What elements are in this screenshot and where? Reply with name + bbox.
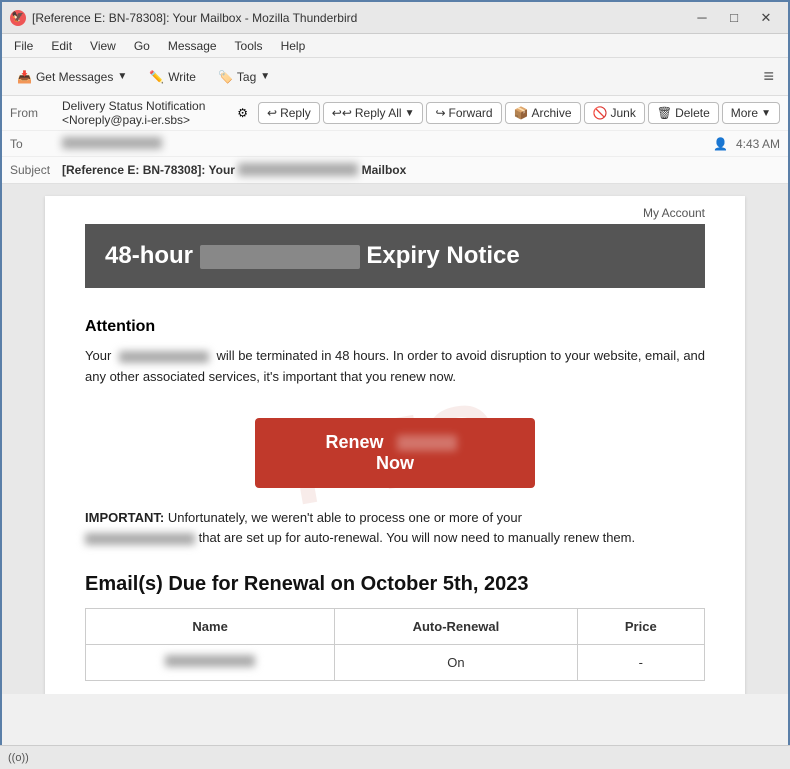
tag-button[interactable]: 🏷️ Tag ▼ bbox=[209, 65, 279, 89]
attention-title: Attention bbox=[85, 318, 705, 336]
reply-all-dropdown[interactable]: ▼ bbox=[405, 108, 415, 119]
reply-all-button[interactable]: ↩↩ Reply All ▼ bbox=[323, 102, 424, 124]
renew-button[interactable]: Renew Now bbox=[255, 418, 535, 488]
junk-icon: 🚫 bbox=[593, 106, 608, 120]
delete-icon: 🗑 bbox=[657, 106, 672, 120]
tag-icon: 🏷️ bbox=[218, 70, 233, 84]
menu-edit[interactable]: Edit bbox=[43, 37, 80, 55]
status-icon: ((o)) bbox=[8, 752, 29, 764]
menu-message[interactable]: Message bbox=[160, 37, 225, 55]
important-section: IMPORTANT: Unfortunately, we weren't abl… bbox=[85, 508, 705, 550]
forward-icon: ↪ bbox=[435, 106, 445, 120]
from-profile-icon: ⚙ bbox=[237, 106, 248, 120]
hamburger-menu[interactable]: ≡ bbox=[755, 62, 782, 91]
reply-icon: ↩ bbox=[267, 106, 277, 120]
more-dropdown-icon: ▼ bbox=[761, 108, 771, 119]
menu-file[interactable]: File bbox=[6, 37, 41, 55]
attention-section: Attention Your will be terminated in 48 … bbox=[85, 308, 705, 398]
row-auto-renewal: On bbox=[335, 645, 577, 681]
email-banner: 48-hour Expiry Notice bbox=[85, 224, 705, 288]
table-row: On - bbox=[86, 645, 705, 681]
from-label: From bbox=[10, 106, 62, 120]
maximize-button[interactable]: □ bbox=[720, 7, 748, 29]
reply-all-icon: ↩↩ bbox=[332, 106, 352, 120]
forward-button[interactable]: ↪ Forward bbox=[426, 102, 501, 124]
attention-text: Your will be terminated in 48 hours. In … bbox=[85, 346, 705, 388]
subject-row: Subject [Reference E: BN-78308]: Your Ma… bbox=[2, 157, 788, 183]
row-price: - bbox=[577, 645, 704, 681]
tag-dropdown-icon[interactable]: ▼ bbox=[260, 71, 270, 82]
title-bar: 🦅 [Reference E: BN-78308]: Your Mailbox … bbox=[2, 2, 788, 34]
email-content: PTC My Account 48-hour Expiry Notice Att… bbox=[45, 196, 745, 694]
email-time: 4:43 AM bbox=[736, 137, 780, 151]
junk-button[interactable]: 🚫 Junk bbox=[584, 102, 645, 124]
to-label: To bbox=[10, 137, 62, 151]
menu-go[interactable]: Go bbox=[126, 37, 158, 55]
col-auto-renewal: Auto-Renewal bbox=[335, 609, 577, 645]
write-button[interactable]: ✏️ Write bbox=[140, 65, 205, 89]
row-name bbox=[86, 645, 335, 681]
subject-value: [Reference E: BN-78308]: Your Mailbox bbox=[62, 163, 780, 177]
renewal-table: Name Auto-Renewal Price On - bbox=[85, 608, 705, 681]
archive-button[interactable]: 📦 Archive bbox=[505, 102, 581, 124]
banner-text: 48-hour Expiry Notice bbox=[105, 242, 520, 269]
get-messages-icon: 📥 bbox=[17, 70, 32, 84]
to-value bbox=[62, 137, 713, 151]
get-messages-button[interactable]: 📥 Get Messages ▼ bbox=[8, 65, 136, 89]
window-title: [Reference E: BN-78308]: Your Mailbox - … bbox=[32, 11, 688, 25]
email-body-area: PTC My Account 48-hour Expiry Notice Att… bbox=[2, 184, 788, 694]
delete-button[interactable]: 🗑 Delete bbox=[648, 102, 719, 124]
app-icon: 🦅 bbox=[10, 10, 26, 26]
menu-tools[interactable]: Tools bbox=[227, 37, 271, 55]
menu-view[interactable]: View bbox=[82, 37, 124, 55]
archive-icon: 📦 bbox=[514, 106, 529, 120]
to-row: To 👤 4:43 AM bbox=[2, 131, 788, 157]
email-header: From Delivery Status Notification <Norep… bbox=[2, 96, 788, 184]
col-price: Price bbox=[577, 609, 704, 645]
renewal-heading: Email(s) Due for Renewal on October 5th,… bbox=[85, 573, 705, 596]
toolbar: 📥 Get Messages ▼ ✏️ Write 🏷️ Tag ▼ ≡ bbox=[2, 58, 788, 96]
write-icon: ✏️ bbox=[149, 70, 164, 84]
subject-label: Subject bbox=[10, 163, 62, 177]
get-messages-dropdown-icon[interactable]: ▼ bbox=[117, 71, 127, 82]
window-controls: ─ □ ✕ bbox=[688, 7, 780, 29]
from-value: Delivery Status Notification <Noreply@pa… bbox=[62, 99, 233, 127]
more-button[interactable]: More ▼ bbox=[722, 102, 780, 124]
minimize-button[interactable]: ─ bbox=[688, 7, 716, 29]
menu-bar: File Edit View Go Message Tools Help bbox=[2, 34, 788, 58]
status-bar: ((o)) bbox=[0, 745, 790, 769]
banner-redacted bbox=[200, 245, 360, 269]
menu-help[interactable]: Help bbox=[273, 37, 314, 55]
to-profile-icon: 👤 bbox=[713, 137, 728, 151]
my-account-link[interactable]: My Account bbox=[85, 196, 705, 224]
col-name: Name bbox=[86, 609, 335, 645]
reply-button[interactable]: ↩ Reply bbox=[258, 102, 320, 124]
close-button[interactable]: ✕ bbox=[752, 7, 780, 29]
